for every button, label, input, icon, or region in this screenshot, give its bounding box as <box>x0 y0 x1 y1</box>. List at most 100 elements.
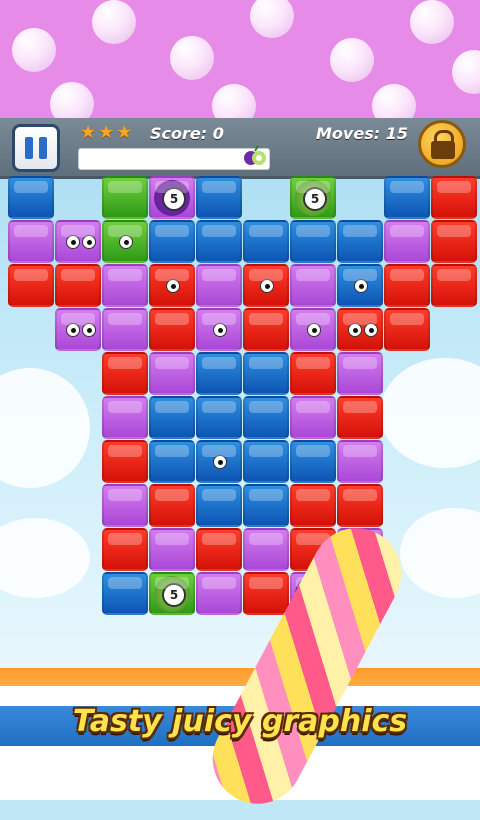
board-tile-blue[interactable] <box>102 572 148 615</box>
board-tile-green[interactable] <box>102 220 148 263</box>
eye-icon <box>213 455 227 469</box>
board-tile-purple[interactable] <box>102 396 148 439</box>
board-tile-red[interactable] <box>243 572 289 615</box>
board-tile-blue[interactable] <box>290 440 336 483</box>
polka-dot <box>452 50 480 94</box>
board-tile-blue[interactable] <box>196 176 242 219</box>
polka-dot <box>250 0 294 38</box>
board-tile-purple[interactable] <box>55 220 101 263</box>
board-tile-blue[interactable] <box>243 484 289 527</box>
board-tile-purple[interactable] <box>290 308 336 351</box>
eye-icon <box>348 323 362 337</box>
pause-button[interactable] <box>12 124 60 172</box>
board-tile-green[interactable] <box>102 176 148 219</box>
board-tile-red[interactable] <box>243 308 289 351</box>
star-icon: ★ <box>98 122 115 143</box>
board-tile-blue[interactable] <box>149 440 195 483</box>
board-tile-purple[interactable] <box>290 264 336 307</box>
board-tile-red[interactable] <box>290 484 336 527</box>
board-tile-green[interactable]: 5 <box>290 176 336 219</box>
board-tile-blue[interactable] <box>8 176 54 219</box>
board-tile-red[interactable] <box>196 528 242 571</box>
board-tile-red[interactable] <box>431 220 477 263</box>
board-tile-red[interactable] <box>102 440 148 483</box>
board-tile-blue[interactable] <box>196 396 242 439</box>
board-tile-purple[interactable] <box>337 440 383 483</box>
pause-icon-bar <box>39 137 47 159</box>
board-tile-red[interactable] <box>431 176 477 219</box>
fruit-counter: 5 <box>303 187 327 211</box>
board-tile-blue[interactable] <box>196 440 242 483</box>
board-tile-red[interactable] <box>102 528 148 571</box>
pause-icon <box>25 137 33 159</box>
board-tile-red[interactable] <box>384 308 430 351</box>
polka-dot <box>372 84 416 118</box>
board-tile-red[interactable] <box>55 264 101 307</box>
board-tile-blue[interactable] <box>337 220 383 263</box>
board-tile-purple[interactable] <box>384 220 430 263</box>
eye-icon <box>166 279 180 293</box>
top-candy-band <box>0 0 480 118</box>
board-tile-blue[interactable] <box>290 220 336 263</box>
board-tile-red[interactable] <box>149 484 195 527</box>
eye-icon <box>119 235 133 249</box>
polka-dot <box>170 36 214 80</box>
board-tile-purple[interactable] <box>243 528 289 571</box>
board-tile-red[interactable] <box>149 308 195 351</box>
board-tile-purple[interactable] <box>337 352 383 395</box>
board-tile-blue[interactable] <box>149 396 195 439</box>
fruit-counter: 5 <box>162 187 186 211</box>
board-tile-red[interactable] <box>337 308 383 351</box>
polka-dot <box>410 0 454 44</box>
board-tile-blue[interactable] <box>243 352 289 395</box>
polka-dot <box>212 84 256 118</box>
cloud <box>380 358 480 468</box>
board-tile-blue[interactable] <box>384 176 430 219</box>
score-label: Score: 0 <box>150 124 224 143</box>
board-tile-red[interactable] <box>8 264 54 307</box>
board-tile-purple[interactable] <box>8 220 54 263</box>
board-tile-blue[interactable] <box>243 220 289 263</box>
board-tile-red[interactable] <box>290 352 336 395</box>
cloud <box>0 368 90 488</box>
eye-icon <box>66 323 80 337</box>
board-tile-purple[interactable] <box>102 308 148 351</box>
board-tile-red[interactable] <box>384 264 430 307</box>
board-tile-red[interactable] <box>431 264 477 307</box>
cloud <box>0 518 90 598</box>
eye-icon <box>364 323 378 337</box>
board-tile-blue[interactable] <box>196 352 242 395</box>
board-tile-red[interactable] <box>149 264 195 307</box>
board-tile-blue[interactable] <box>196 220 242 263</box>
board-tile-green[interactable]: 5 <box>149 572 195 615</box>
board-tile-blue[interactable] <box>243 396 289 439</box>
board-tile-red[interactable] <box>243 264 289 307</box>
eye-icon <box>260 279 274 293</box>
board-tile-purple[interactable] <box>196 264 242 307</box>
lock-button[interactable] <box>418 120 466 168</box>
board-tile-purple[interactable] <box>196 308 242 351</box>
board-tile-blue[interactable] <box>337 264 383 307</box>
board-tile-purple[interactable] <box>149 528 195 571</box>
board-tile-red[interactable] <box>337 484 383 527</box>
board-tile-purple[interactable] <box>55 308 101 351</box>
eye-icon <box>82 235 96 249</box>
board-tile-purple[interactable] <box>149 352 195 395</box>
polka-dot <box>330 38 374 82</box>
board-tile-purple[interactable] <box>196 572 242 615</box>
star-icon: ★ <box>80 122 97 143</box>
board-tile-blue[interactable] <box>196 484 242 527</box>
board-tile-purple[interactable] <box>102 484 148 527</box>
cloud <box>400 508 480 598</box>
fruit-counter: 5 <box>162 583 186 607</box>
eye-icon <box>307 323 321 337</box>
board-tile-purple[interactable] <box>290 396 336 439</box>
board-tile-purple[interactable]: 5 <box>149 176 195 219</box>
polka-dot <box>50 82 94 118</box>
board-tile-red[interactable] <box>102 352 148 395</box>
board-tile-red[interactable] <box>337 396 383 439</box>
board-tile-blue[interactable] <box>243 440 289 483</box>
board-tile-purple[interactable] <box>102 264 148 307</box>
lock-icon-body <box>431 141 455 159</box>
board-tile-blue[interactable] <box>149 220 195 263</box>
